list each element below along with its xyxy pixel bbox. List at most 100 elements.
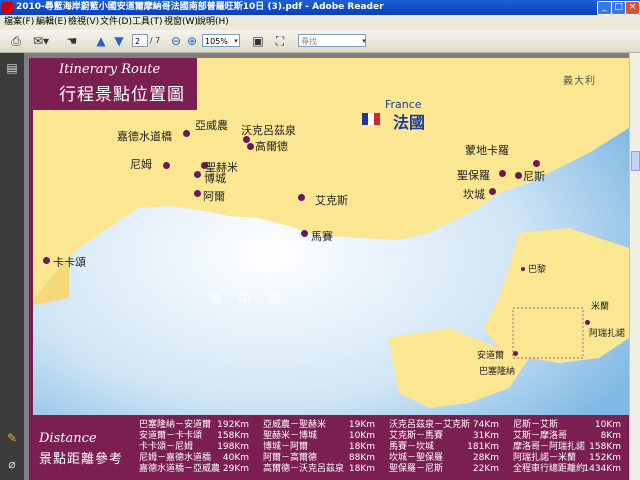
distance-row: 阿瑞扎諾－米蘭 152Km bbox=[513, 453, 621, 463]
distance-row: 沃克呂茲泉－艾克斯 74Km bbox=[389, 420, 499, 430]
place-label: 亞威農 bbox=[195, 119, 228, 132]
menu-help[interactable]: 說明(H) bbox=[197, 15, 229, 30]
page-number-input[interactable]: 2 bbox=[132, 34, 148, 47]
distance-row: 嘉德水道橋－亞威農 29Km bbox=[139, 464, 249, 474]
country-name-zh: 法國 bbox=[393, 113, 426, 132]
distance-row: 亞威農－聖赫米 19Km bbox=[263, 420, 375, 430]
place-label: 巴塞隆納 bbox=[479, 367, 516, 377]
distance-row: 巴塞隆納－安道爾 192Km bbox=[139, 420, 249, 430]
document-area[interactable]: Itinerary Route 行程景點位置圖 France 法國 義大利 地 … bbox=[24, 53, 629, 480]
comments-icon[interactable]: ✎ bbox=[5, 431, 19, 445]
distance-row: 艾斯－摩洛哥 8Km bbox=[513, 431, 621, 441]
zoom-in-icon[interactable]: ⊕ bbox=[186, 33, 198, 49]
close-button[interactable]: × bbox=[625, 1, 640, 15]
place-dot bbox=[521, 267, 525, 271]
place-dot bbox=[513, 351, 518, 356]
menu-view[interactable]: 檢視(V) bbox=[68, 15, 99, 30]
toolbar: ⎙ ✉▾ ☚ ▲ ▼ 2 / 7 ⊖ ⊕ 105% ▾ ▣ ⛶ 尋找 ▾ bbox=[0, 30, 640, 53]
distance-column: 尼斯－艾斯 10Km 艾斯－摩洛哥 8Km 摩洛哥－阿瑞扎諾 158Km 阿瑞扎諾－米… bbox=[513, 420, 621, 475]
distance-row: 艾克斯－馬賽 31Km bbox=[389, 431, 499, 441]
zoom-out-icon[interactable]: ⊖ bbox=[170, 33, 182, 49]
place-dot bbox=[489, 188, 496, 195]
place-label: 艾克斯 bbox=[315, 194, 348, 207]
fit-page-icon[interactable]: ▣ bbox=[250, 33, 266, 49]
place-label: 馬賽 bbox=[311, 230, 333, 243]
menu-file[interactable]: 檔案(F) bbox=[4, 15, 34, 30]
search-dropdown-icon[interactable]: ▾ bbox=[360, 33, 368, 49]
hand-icon[interactable]: ☚ bbox=[64, 33, 80, 49]
place-label: 阿爾 bbox=[203, 190, 225, 203]
distance-row: 尼斯－艾斯 10Km bbox=[513, 420, 621, 430]
place-dot bbox=[298, 194, 305, 201]
place-label: 巴黎 bbox=[528, 265, 547, 275]
place-label: 嘉德水道橋 bbox=[117, 130, 172, 143]
distance-row: 博城－阿爾 18Km bbox=[263, 442, 375, 452]
place-dot bbox=[43, 257, 50, 264]
place-dot bbox=[301, 230, 308, 237]
title-bar: 2010-尋藍海岸蔚藍小國安道爾摩納哥法國南部普羅旺斯10日 (3).pdf -… bbox=[0, 0, 640, 15]
place-dot bbox=[163, 162, 170, 169]
distance-row: 摩洛哥－阿瑞扎諾 158Km bbox=[513, 442, 621, 452]
adobe-reader-icon bbox=[2, 2, 13, 13]
distance-row: 尼姆－嘉德水道橋 40Km bbox=[139, 453, 249, 463]
distance-row: 高爾德－沃克呂茲泉 18Km bbox=[263, 464, 375, 474]
neighbor-country: 義大利 bbox=[563, 76, 596, 87]
email-icon[interactable]: ✉▾ bbox=[32, 33, 50, 49]
distance-row: 卡卡頌－尼姆 198Km bbox=[139, 442, 249, 452]
distance-title-en: Distance bbox=[39, 431, 97, 446]
place-dot bbox=[499, 170, 506, 177]
place-label: 卡卡頌 bbox=[53, 256, 86, 269]
window-title: 2010-尋藍海岸蔚藍小國安道爾摩納哥法國南部普羅旺斯10日 (3).pdf -… bbox=[16, 2, 384, 12]
menu-edit[interactable]: 編輯(E) bbox=[36, 15, 67, 30]
place-label: 阿瑞扎諾 bbox=[589, 329, 626, 339]
itinerary-title-en: Itinerary Route bbox=[59, 62, 161, 77]
place-label: 高爾德 bbox=[255, 140, 288, 153]
place-dot bbox=[515, 172, 522, 179]
distance-row: 坎城－聖保羅 28Km bbox=[389, 453, 499, 463]
distance-row: 聖赫米－博城 10Km bbox=[263, 431, 375, 441]
vertical-scrollbar[interactable] bbox=[629, 53, 640, 480]
place-label: 博城 bbox=[204, 172, 226, 185]
distance-row: 全程車行總距離約 1434Km bbox=[513, 464, 621, 474]
sea-label: 地 中 海 bbox=[209, 292, 287, 307]
place-dot bbox=[194, 190, 201, 197]
menu-tools[interactable]: 工具(T) bbox=[132, 15, 163, 30]
full-screen-icon[interactable]: ⛶ bbox=[272, 33, 288, 49]
place-label: 尼姆 bbox=[130, 158, 152, 171]
next-page-icon[interactable]: ▼ bbox=[112, 33, 126, 49]
distance-column: 巴塞隆納－安道爾 192Km 安道爾－卡卡頌 158Km 卡卡頌－尼姆 198Km 尼… bbox=[139, 420, 249, 475]
place-label: 沃克呂茲泉 bbox=[241, 124, 296, 137]
scrollbar-thumb[interactable] bbox=[631, 151, 640, 171]
pdf-page: Itinerary Route 行程景點位置圖 France 法國 義大利 地 … bbox=[29, 58, 629, 480]
distance-row: 馬賽－坎城 181Km bbox=[389, 442, 499, 452]
place-dot bbox=[585, 320, 590, 325]
print-icon[interactable]: ⎙ bbox=[8, 33, 24, 49]
place-label: 安道爾 bbox=[477, 351, 505, 361]
distance-title-zh: 景點距離參考 bbox=[39, 452, 124, 467]
distance-panel: Distance 景點距離參考 巴塞隆納－安道爾 192Km 安道爾－卡卡頌 158… bbox=[29, 415, 629, 480]
france-flag bbox=[362, 113, 380, 125]
place-dot bbox=[533, 160, 540, 167]
attachments-icon[interactable]: ⌀ bbox=[5, 457, 19, 471]
page-total-label: / 7 bbox=[149, 36, 161, 45]
itinerary-title-zh: 行程景點位置圖 bbox=[59, 85, 185, 105]
distance-row: 安道爾－卡卡頌 158Km bbox=[139, 431, 249, 441]
place-dot bbox=[194, 171, 201, 178]
search-input[interactable]: 尋找 bbox=[298, 34, 366, 47]
zoom-dropdown-icon[interactable]: ▾ bbox=[232, 33, 240, 49]
distance-row: 聖保羅－尼斯 22Km bbox=[389, 464, 499, 474]
place-dot bbox=[247, 143, 254, 150]
place-label: 坎城 bbox=[463, 188, 485, 201]
maximize-button[interactable]: □ bbox=[611, 1, 626, 15]
navigation-sidebar: ▤ ✎ ⌀ bbox=[0, 53, 24, 480]
menu-bar: 檔案(F) 編輯(E) 檢視(V) 文件(D) 工具(T) 視窗(W) 說明(H… bbox=[0, 15, 640, 30]
menu-window[interactable]: 視窗(W) bbox=[164, 15, 198, 30]
place-label: 尼斯 bbox=[523, 170, 545, 183]
itinerary-heading: Itinerary Route 行程景點位置圖 bbox=[29, 58, 197, 110]
distance-column: 沃克呂茲泉－艾克斯 74Km 艾克斯－馬賽 31Km 馬賽－坎城 181Km 坎城－聖… bbox=[389, 420, 499, 475]
prev-page-icon[interactable]: ▲ bbox=[94, 33, 108, 49]
place-label: 米蘭 bbox=[591, 302, 610, 312]
menu-document[interactable]: 文件(D) bbox=[100, 15, 132, 30]
pages-icon[interactable]: ▤ bbox=[5, 61, 19, 75]
minimize-button[interactable]: _ bbox=[597, 1, 612, 15]
